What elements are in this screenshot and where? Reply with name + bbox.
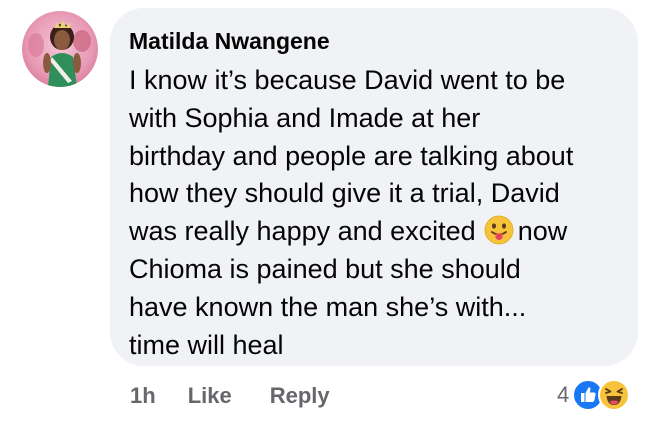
comment-text-line: birthday and people are talking about bbox=[129, 140, 574, 171]
haha-reaction-icon bbox=[598, 379, 631, 411]
comment-text-segment: was really happy and excited bbox=[129, 216, 476, 247]
comment-text: I know it’s because David went to be wit… bbox=[129, 62, 622, 364]
comment-text-line: time will heal bbox=[129, 329, 284, 360]
face-with-tongue-emoji bbox=[484, 215, 514, 245]
like-button[interactable]: Like bbox=[188, 383, 232, 409]
avatar[interactable] bbox=[22, 11, 98, 87]
comment-text-line: was really happy and excited now bbox=[129, 213, 622, 251]
comment-text-segment: now bbox=[517, 216, 568, 247]
comment-bubble: Matilda Nwangene I know it’s because Dav… bbox=[110, 8, 638, 366]
reaction-icons bbox=[572, 379, 632, 411]
comment-text-line: I know it’s because David went to be bbox=[129, 65, 566, 95]
author-name[interactable]: Matilda Nwangene bbox=[129, 28, 622, 54]
profile-photo-avatar bbox=[22, 11, 98, 87]
comment-text-line: Chioma is pained but she should bbox=[129, 253, 521, 284]
reaction-summary[interactable]: 4 bbox=[557, 378, 632, 412]
comment: Matilda Nwangene I know it’s because Dav… bbox=[0, 0, 661, 426]
comment-actions: 1h Like Reply bbox=[130, 381, 330, 411]
comment-timestamp[interactable]: 1h bbox=[130, 383, 156, 409]
reaction-count: 4 bbox=[557, 382, 570, 407]
comment-text-line: have known the man she’s with... bbox=[129, 291, 527, 322]
reply-button[interactable]: Reply bbox=[270, 383, 330, 409]
comment-text-line: how they should give it a trial, David bbox=[129, 178, 560, 209]
comment-text-line: with Sophia and Imade at her bbox=[129, 102, 481, 133]
